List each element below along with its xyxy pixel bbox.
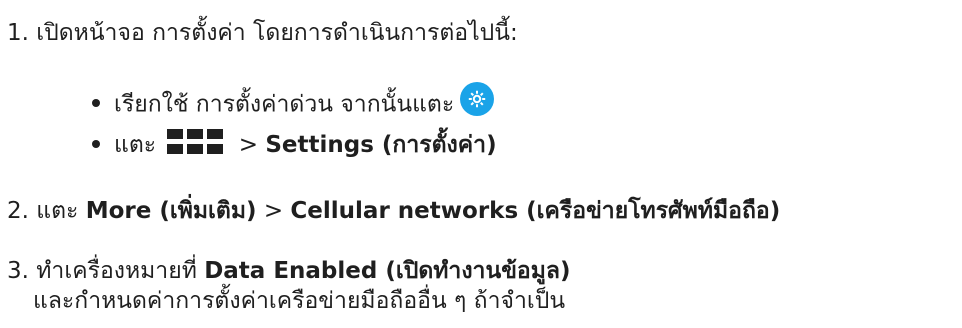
step-3-continuation: และกำหนดค่าการตั้งค่าเครือข่ายมือถืออื่น…	[33, 288, 566, 314]
bullet-2-separator: >	[238, 132, 259, 158]
step-3-number: 3.	[7, 258, 29, 284]
step-1-bullet-1: เรียกใช้ การตั้งค่าด่วน จากนั้นแตะ	[92, 82, 495, 122]
step-1: 1. เปิดหน้าจอ การตั้งค่า โดยการดำเนินการ…	[7, 18, 518, 48]
step-2: 2. แตะ More (เพิ่มเติม) > Cellular netwo…	[7, 196, 780, 226]
step-3-prefix: ทำเครื่องหมายที่	[36, 258, 197, 284]
step-2-more: More (เพิ่มเติม)	[85, 198, 257, 224]
bullet-dot	[92, 139, 100, 148]
step-3: 3. ทำเครื่องหมายที่ Data Enabled (เปิดทำ…	[7, 256, 571, 286]
bullet-2-prefix: แตะ	[114, 132, 157, 158]
bullet-dot	[92, 99, 100, 107]
step-2-cellular-networks: Cellular networks (เครือข่ายโทรศัพท์มือถ…	[290, 198, 781, 224]
all-apps-grid-icon	[167, 128, 225, 155]
step-2-separator: >	[263, 198, 284, 224]
step-1-text: เปิดหน้าจอ การตั้งค่า โดยการดำเนินการต่อ…	[36, 20, 518, 46]
step-3-line-2: และกำหนดค่าการตั้งค่าเครือข่ายมือถืออื่น…	[33, 286, 565, 316]
bullet-2-settings: Settings (การตั้งค่า)	[265, 132, 497, 158]
step-3-data-enabled: Data Enabled (เปิดทำงานข้อมูล)	[204, 258, 571, 284]
gear-icon	[460, 82, 495, 116]
step-2-number: 2.	[7, 198, 29, 224]
step-2-prefix: แตะ	[36, 198, 79, 224]
bullet-1-text: เรียกใช้ การตั้งค่าด่วน จากนั้นแตะ	[114, 91, 455, 118]
step-1-number: 1.	[7, 20, 29, 46]
step-1-bullet-2: แตะ > Settings (การตั้งค่า)	[92, 128, 497, 160]
